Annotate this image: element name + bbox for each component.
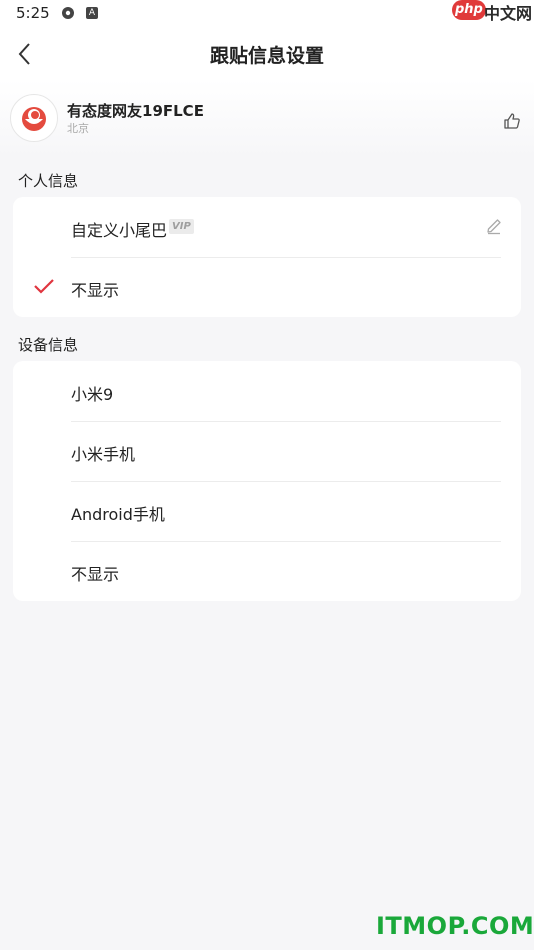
status-bar: 5:25 A php 中文网 <box>0 0 534 28</box>
notification-icon: A <box>86 7 98 19</box>
device-info-section-title: 设备信息 <box>18 336 79 354</box>
personal-info-card: 自定义小尾巴 VIP 不显示 <box>13 197 521 317</box>
option-label: 不显示 <box>71 281 120 300</box>
top-bar: 跟贴信息设置 <box>0 28 534 80</box>
watermark-php-text: 中文网 <box>484 4 533 23</box>
vip-badge: VIP <box>169 219 194 234</box>
avatar-logo-icon <box>22 107 46 131</box>
option-custom-tail[interactable]: 自定义小尾巴 VIP <box>13 197 521 257</box>
thumbs-up-icon[interactable] <box>503 112 521 130</box>
personal-info-section-title: 个人信息 <box>18 172 79 190</box>
username: 有态度网友19FLCE <box>67 102 204 120</box>
watermark-php-logo: php <box>452 0 486 20</box>
watermark-itmop: ITMOP.COM <box>376 912 534 940</box>
device-info-card: 小米9 小米手机 Android手机 不显示 <box>13 361 521 601</box>
edit-pencil-icon[interactable] <box>485 217 503 235</box>
option-device-mi9[interactable]: 小米9 <box>13 361 521 421</box>
status-time: 5:25 <box>16 4 50 22</box>
checkmark-icon <box>34 279 54 294</box>
option-label: Android手机 <box>71 505 165 524</box>
profile-header: 有态度网友19FLCE 北京 <box>0 80 534 158</box>
option-label: 小米9 <box>71 385 114 404</box>
page-title: 跟贴信息设置 <box>209 45 324 67</box>
option-device-mi-phone[interactable]: 小米手机 <box>13 421 521 481</box>
avatar[interactable] <box>10 94 58 142</box>
option-label: 不显示 <box>71 565 120 584</box>
user-location: 北京 <box>67 122 89 135</box>
option-hide-personal[interactable]: 不显示 <box>13 257 521 317</box>
option-label: 自定义小尾巴 <box>71 221 168 240</box>
option-device-android[interactable]: Android手机 <box>13 481 521 541</box>
option-hide-device[interactable]: 不显示 <box>13 541 521 601</box>
sync-icon <box>62 7 74 19</box>
option-label: 小米手机 <box>71 445 136 464</box>
